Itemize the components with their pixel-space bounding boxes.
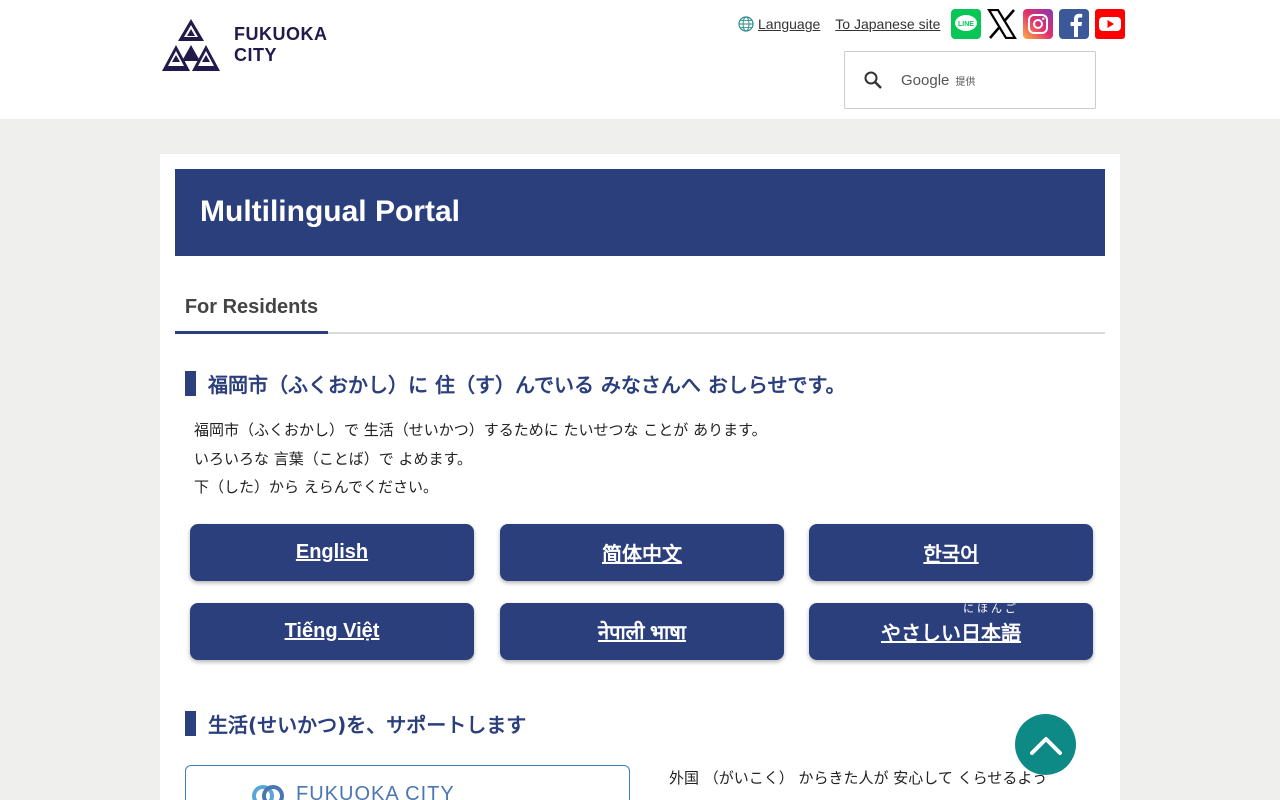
page-title: Multilingual Portal <box>200 195 460 228</box>
line-icon[interactable]: LINE <box>951 9 982 39</box>
logo-line1: FUKUOKA <box>234 24 328 44</box>
japanese-site-link[interactable]: To Japanese site <box>835 16 940 32</box>
language-button-chinese[interactable]: 简体中文 <box>500 524 784 581</box>
promo-logo: FUKUOKA CITY <box>250 780 455 800</box>
svg-text:LINE: LINE <box>958 21 974 28</box>
heading-accent-bar <box>185 711 196 736</box>
intro-line: いろいろな 言葉（ことば）で よめます。 <box>194 449 473 468</box>
language-button-easy-japanese[interactable]: にほんご やさしい日本語 <box>809 603 1093 660</box>
intro-text: 福岡市（ふくおかし）で 生活（せいかつ）するために たいせつな ことが あります… <box>194 416 767 502</box>
support-description: 外国 （がいこく） からきた人が 安心して くらせるよう <box>669 769 1048 787</box>
top-links: Language To Japanese site LINE <box>738 8 1126 40</box>
language-button-english[interactable]: English <box>190 524 474 581</box>
language-button-vietnamese[interactable]: Tiếng Việt <box>190 603 474 660</box>
section-heading-support: 生活(せいかつ)を、サポートします <box>185 709 526 738</box>
promo-logo-text: FUKUOKA CITY <box>296 782 455 800</box>
search-box[interactable]: Google 提供 <box>844 51 1096 109</box>
site-header: FUKUOKA CITY Language To Japanese site L… <box>0 0 1280 119</box>
logo-line2: CITY <box>234 45 278 65</box>
language-button-korean[interactable]: 한국어 <box>809 524 1093 581</box>
sns-links: LINE <box>945 9 1126 39</box>
section-heading-text: 福岡市（ふくおかし）に 住（す）んでいる みなさんへ おしらせです。 <box>208 373 846 397</box>
section-heading-text: 生活(せいかつ)を、サポートします <box>208 713 527 737</box>
language-link[interactable]: Language <box>738 16 820 32</box>
google-brand: Google <box>901 71 950 89</box>
logo-text: FUKUOKA CITY <box>234 24 328 66</box>
main-content: Multilingual Portal For Residents 福岡市（ふく… <box>160 154 1120 800</box>
chevron-up-icon <box>1029 736 1062 755</box>
section-heading-notice: 福岡市（ふくおかし）に 住（す）んでいる みなさんへ おしらせです。 <box>185 369 846 398</box>
back-to-top-button[interactable] <box>1015 714 1076 775</box>
language-button-nepali[interactable]: नेपाली भाषा <box>500 603 784 660</box>
language-label: Language <box>758 16 821 32</box>
tab-for-residents[interactable]: For Residents <box>175 288 328 334</box>
promo-logo-icon <box>252 785 284 800</box>
intro-line: 福岡市（ふくおかし）で 生活（せいかつ）するために たいせつな ことが あります… <box>194 421 767 439</box>
site-logo[interactable]: FUKUOKA CITY <box>160 17 328 73</box>
x-icon[interactable] <box>987 9 1018 39</box>
easy-japanese-label-wrap: にほんご やさしい日本語 <box>881 603 1021 646</box>
globe-icon <box>738 16 754 32</box>
google-sub-label: 提供 <box>955 76 976 88</box>
intro-line: 下（した）から えらんでください。 <box>194 478 439 496</box>
title-banner: Multilingual Portal <box>175 169 1105 256</box>
tab-bar: For Residents <box>175 288 1105 334</box>
fukuoka-logo-icon <box>162 19 220 71</box>
facebook-icon[interactable] <box>1059 9 1090 39</box>
easy-japanese-ruby: にほんご <box>963 603 1019 615</box>
promo-banner[interactable]: FUKUOKA CITY <box>185 765 630 800</box>
youtube-icon[interactable] <box>1095 9 1126 39</box>
easy-japanese-label: やさしい日本語 <box>881 623 1021 645</box>
instagram-icon[interactable] <box>1023 9 1054 39</box>
heading-accent-bar <box>185 371 196 396</box>
search-icon[interactable] <box>863 70 883 90</box>
